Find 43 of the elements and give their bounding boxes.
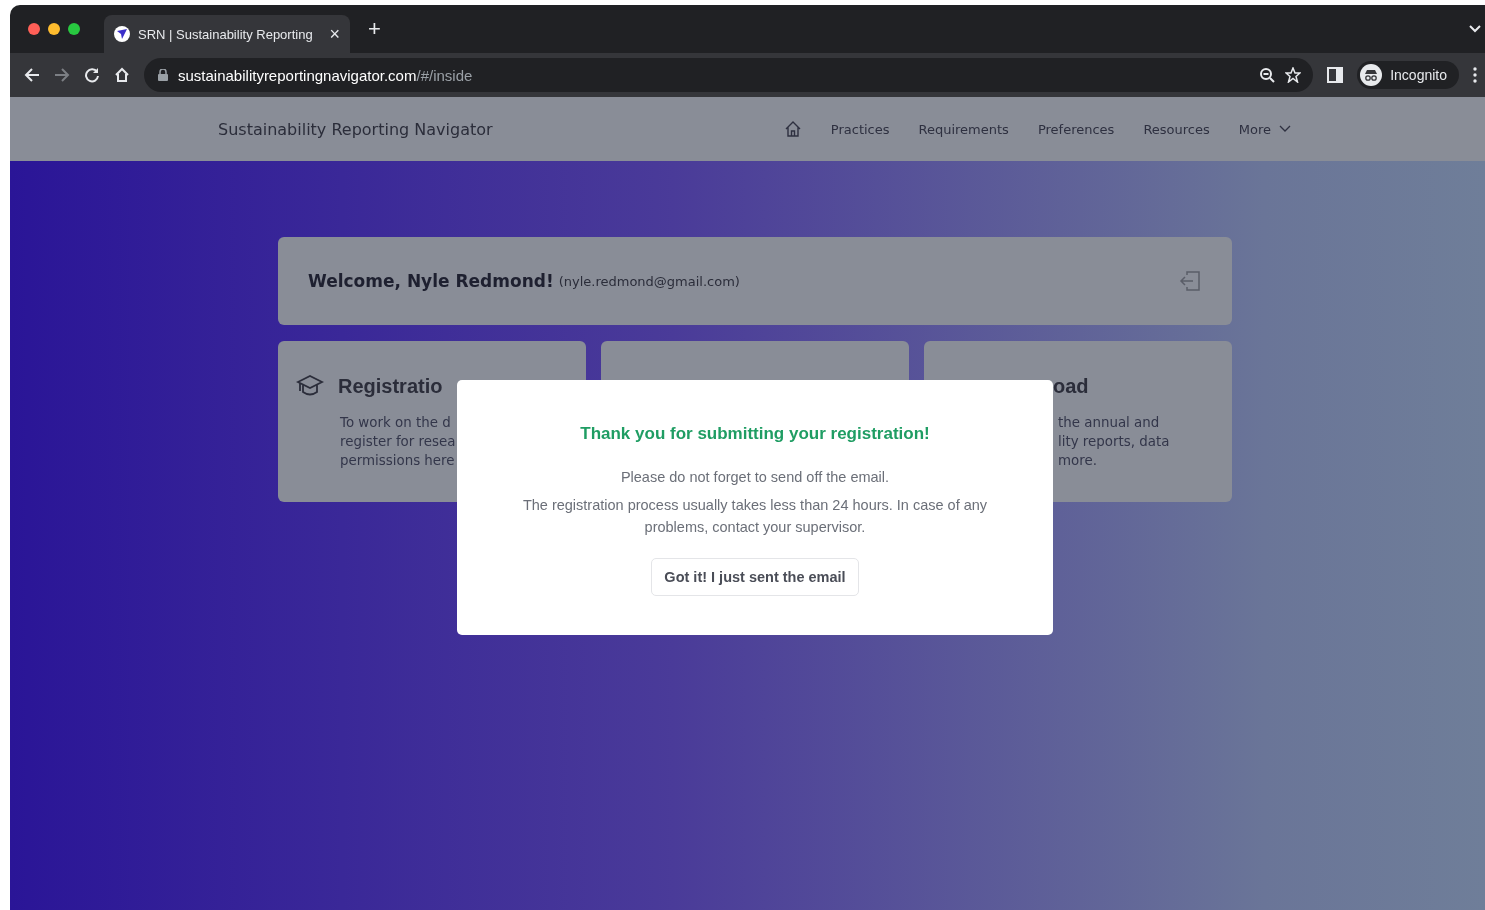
forward-icon[interactable] bbox=[54, 67, 70, 83]
modal-message: Please do not forget to send off the email. bbox=[619, 468, 891, 487]
lock-icon bbox=[158, 69, 168, 81]
close-window-icon[interactable] bbox=[28, 23, 40, 35]
new-tab-button[interactable]: + bbox=[368, 16, 381, 42]
url-text: sustainabilityreportingnavigator.com/#/inside bbox=[178, 66, 474, 84]
address-bar[interactable]: sustainabilityreportingnavigator.com/#/inside bbox=[144, 58, 1314, 92]
site-title: Sustainability Reporting Navigator bbox=[218, 119, 493, 139]
home-icon[interactable] bbox=[114, 67, 130, 83]
card-text: more. bbox=[1058, 452, 1098, 470]
nav-link[interactable]: Requirements bbox=[918, 121, 1009, 137]
card-text: register for resea bbox=[340, 433, 457, 451]
card-text: To work on the d bbox=[340, 414, 452, 432]
card-text: lity reports, data bbox=[1058, 433, 1171, 451]
card-text: the annual and bbox=[1058, 414, 1161, 432]
minimize-window-icon[interactable] bbox=[48, 23, 60, 35]
star-icon[interactable] bbox=[1285, 67, 1302, 83]
site-logo-icon bbox=[114, 26, 130, 42]
confirm-button[interactable]: Got it! I just sent the email bbox=[651, 558, 859, 596]
nav-link[interactable]: Resources bbox=[1143, 121, 1210, 137]
nav-link[interactable]: Practices bbox=[830, 121, 890, 137]
user-email: (nyle.redmond@gmail.com) bbox=[558, 273, 740, 289]
close-tab-button[interactable]: × bbox=[329, 23, 340, 45]
tab-title: SRN | Sustainability Reporting bbox=[138, 26, 314, 42]
back-icon[interactable] bbox=[24, 67, 40, 83]
side-panel-icon[interactable] bbox=[1327, 67, 1344, 83]
zoom-out-icon[interactable] bbox=[1259, 67, 1276, 83]
browser-tab[interactable]: SRN | Sustainability Reporting × bbox=[104, 15, 350, 53]
chevron-down-icon bbox=[1279, 125, 1291, 133]
card-title: oad bbox=[1053, 374, 1089, 398]
chevron-down-icon[interactable] bbox=[1469, 25, 1481, 33]
modal-title: Thank you for submitting your registration! bbox=[579, 424, 931, 444]
welcome-heading: Welcome, Nyle Redmond! bbox=[308, 271, 554, 291]
card-title: Registratio bbox=[338, 374, 443, 398]
profile-button[interactable]: Incognito bbox=[1357, 61, 1459, 89]
incognito-icon bbox=[1360, 64, 1383, 86]
maximize-window-icon[interactable] bbox=[68, 23, 80, 35]
more-menu-icon[interactable] bbox=[1473, 67, 1477, 83]
reload-icon[interactable] bbox=[84, 67, 100, 83]
modal-message: The registration process usually takes less than 24 hours. In case of any problems, contact your supervisor. bbox=[521, 496, 989, 537]
more-menu[interactable]: More bbox=[1238, 121, 1291, 137]
card-text: permissions here bbox=[340, 452, 456, 470]
nav-link[interactable]: Preferences bbox=[1037, 121, 1115, 137]
